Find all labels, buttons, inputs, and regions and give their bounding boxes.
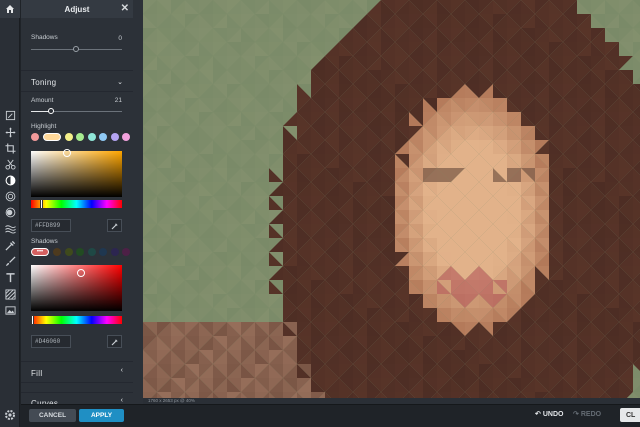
undo-button[interactable]: ↶ UNDO — [535, 410, 564, 419]
shadows-slider-label: Shadows — [31, 34, 58, 41]
color-swatch[interactable] — [76, 248, 84, 256]
shadow-hue-handle[interactable] — [31, 315, 34, 325]
image-canvas[interactable] — [143, 0, 640, 398]
chevron-left-icon: ‹ — [120, 367, 123, 374]
chevron-left-icon: ‹ — [120, 397, 123, 404]
shadows-slider-handle[interactable] — [73, 46, 79, 52]
color-swatch[interactable] — [122, 133, 130, 141]
adjust-icon[interactable] — [3, 173, 17, 187]
app-root: Adjust ✕ Shadows 0 Toning ⌄ Amount 21 Hi… — [0, 0, 640, 427]
color-swatch[interactable] — [99, 133, 107, 141]
toning-title: Toning — [31, 78, 57, 87]
filter-icon[interactable] — [3, 189, 17, 203]
text-icon[interactable] — [3, 270, 17, 284]
color-swatch[interactable] — [76, 133, 84, 141]
color-swatch[interactable] — [110, 248, 119, 256]
amount-slider-value: 21 — [114, 97, 122, 104]
gear-icon[interactable] — [3, 408, 17, 422]
undo-label: UNDO — [542, 410, 564, 418]
color-swatch[interactable] — [53, 248, 61, 256]
color-swatch[interactable] — [99, 248, 107, 256]
shadow-color-picker-handle[interactable] — [77, 268, 86, 277]
pixelated-portrait-image — [143, 0, 640, 398]
redo-label: REDO — [580, 410, 602, 418]
move-icon[interactable] — [3, 125, 17, 139]
adjust-panel: Adjust ✕ Shadows 0 Toning ⌄ Amount 21 Hi… — [21, 0, 133, 427]
fill-section-header[interactable]: Fill ‹ — [21, 361, 133, 383]
redo-button[interactable]: ↷ REDO — [573, 410, 602, 419]
highlight-eyedropper-icon[interactable] — [107, 219, 122, 232]
eyedropper-icon[interactable] — [3, 238, 17, 252]
shadow-hue-slider[interactable] — [31, 316, 122, 324]
color-swatch[interactable] — [64, 133, 73, 141]
toning-section-header[interactable]: Toning ⌄ — [21, 70, 133, 92]
highlight-hue-handle[interactable] — [40, 199, 44, 209]
apply-button[interactable]: APPLY — [79, 409, 124, 422]
highlight-color-field[interactable] — [31, 151, 122, 197]
color-swatch[interactable] — [87, 133, 96, 141]
color-swatch[interactable] — [42, 133, 61, 141]
color-swatch[interactable] — [87, 248, 96, 256]
highlight-label: Highlight — [31, 123, 57, 130]
amount-slider-handle[interactable] — [48, 108, 54, 114]
color-swatch[interactable] — [31, 133, 39, 141]
color-swatch[interactable] — [110, 133, 119, 141]
crop-icon[interactable] — [3, 141, 17, 155]
wave-icon[interactable] — [3, 221, 17, 235]
undo-icon: ↶ — [535, 411, 541, 418]
shadows-slider-value: 0 — [118, 35, 122, 42]
shadow-eyedropper-icon[interactable] — [107, 335, 122, 348]
shadows-color-label: Shadows — [31, 238, 58, 245]
cancel-button[interactable]: CANCEL — [29, 409, 76, 422]
highlight-hue-slider[interactable] — [31, 200, 122, 208]
panel-header: Adjust ✕ — [21, 0, 133, 18]
home-icon[interactable] — [0, 0, 20, 18]
fill-title: Fill — [31, 369, 43, 378]
panel-title: Adjust — [64, 4, 90, 14]
close-icon[interactable]: ✕ — [121, 3, 129, 15]
texture-icon[interactable] — [3, 287, 17, 301]
panel-divider — [133, 0, 143, 404]
chevron-down-icon: ⌄ — [117, 79, 123, 86]
close-button[interactable]: CL — [620, 408, 640, 422]
redo-icon: ↷ — [573, 411, 579, 418]
cut-icon[interactable] — [3, 157, 17, 171]
color-swatch[interactable]: ••• — [31, 248, 49, 256]
tool-sidebar — [0, 0, 20, 427]
vignette-icon[interactable] — [3, 205, 17, 219]
color-swatch[interactable] — [64, 248, 73, 256]
color-swatch[interactable] — [122, 248, 130, 256]
shadow-hex-input[interactable]: #D46060 — [31, 335, 71, 348]
amount-slider-label: Amount — [31, 97, 54, 104]
bottom-action-bar: CANCEL APPLY ↶ UNDO ↷ REDO CL — [21, 404, 640, 427]
highlight-hex-input[interactable]: #FFD899 — [31, 219, 71, 232]
edit-icon[interactable] — [3, 108, 17, 122]
brush-icon[interactable] — [3, 254, 17, 268]
image-icon[interactable] — [3, 303, 17, 317]
